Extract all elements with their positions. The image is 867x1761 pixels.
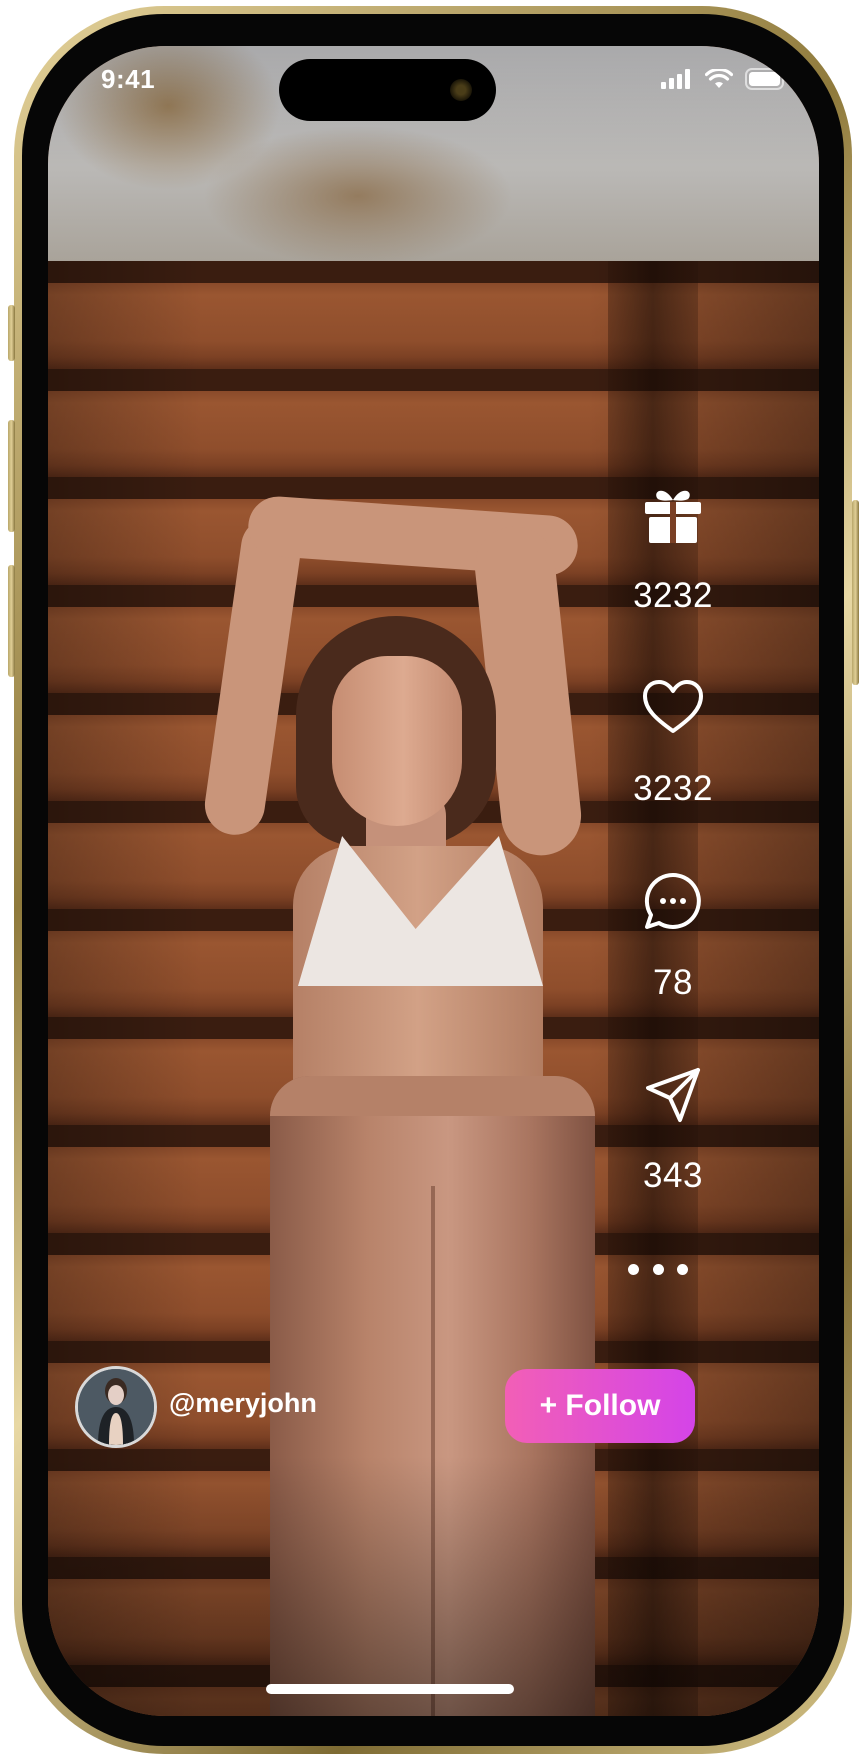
home-indicator[interactable] bbox=[266, 1684, 514, 1694]
power-button bbox=[852, 500, 859, 685]
avatar-photo bbox=[78, 1369, 154, 1445]
more-dots-icon[interactable] bbox=[628, 1254, 688, 1284]
comment-icon bbox=[644, 872, 701, 929]
username[interactable]: @meryjohn bbox=[169, 1388, 317, 1419]
heart-icon bbox=[643, 680, 703, 733]
gift-action[interactable]: 3232 bbox=[608, 484, 738, 616]
comment-action[interactable]: 78 bbox=[608, 871, 738, 1003]
signal-icon bbox=[661, 69, 690, 89]
volume-up-button bbox=[8, 420, 15, 532]
volume-down-button bbox=[8, 565, 15, 677]
share-action[interactable]: 343 bbox=[608, 1066, 738, 1196]
wifi-icon bbox=[705, 69, 733, 88]
follow-button[interactable]: + Follow bbox=[505, 1369, 695, 1443]
comment-count: 78 bbox=[653, 963, 693, 1002]
gift-count: 3232 bbox=[633, 576, 713, 615]
like-count: 3232 bbox=[633, 769, 713, 808]
status-time: 9:41 bbox=[101, 64, 156, 94]
action-button bbox=[8, 305, 15, 361]
share-count: 343 bbox=[643, 1156, 703, 1195]
like-action[interactable]: 3232 bbox=[608, 679, 738, 809]
gift-icon bbox=[645, 490, 701, 543]
status-icons bbox=[661, 68, 789, 90]
video-screen[interactable]: 9:41 3232 3232 78 343 @meryjohn + Follow bbox=[48, 46, 819, 1716]
avatar[interactable] bbox=[75, 1366, 157, 1448]
battery-icon bbox=[745, 68, 788, 90]
send-icon bbox=[646, 1068, 700, 1122]
front-camera bbox=[450, 79, 472, 101]
